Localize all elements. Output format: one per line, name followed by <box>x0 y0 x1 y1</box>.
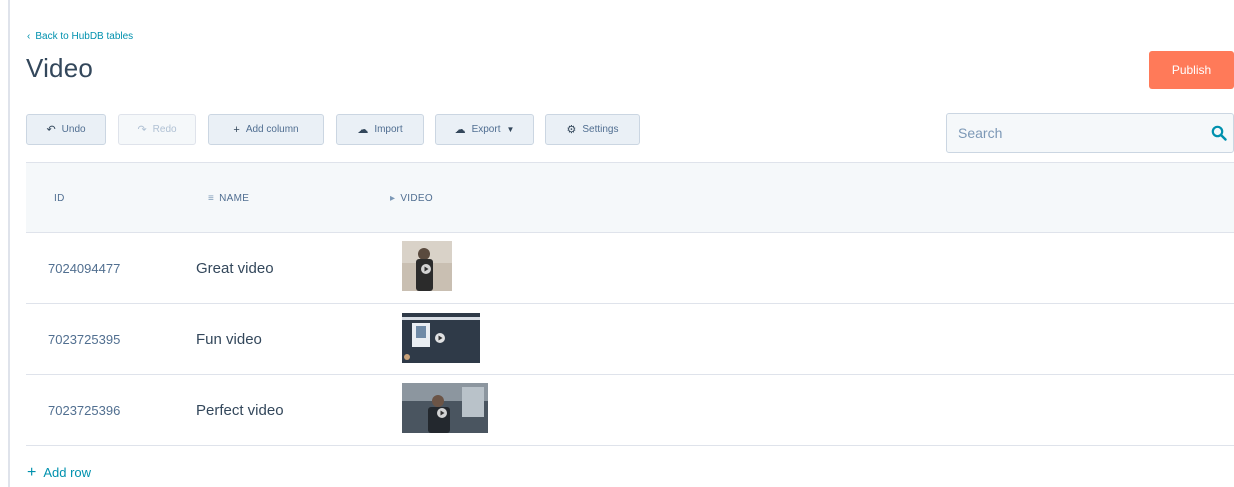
publish-button[interactable]: Publish <box>1149 51 1234 89</box>
redo-button[interactable]: ↷ Redo <box>118 114 196 145</box>
redo-icon: ↷ <box>137 124 147 136</box>
column-header-id[interactable]: ID <box>54 193 65 204</box>
plus-icon: + <box>233 123 240 136</box>
settings-label: Settings <box>582 124 619 135</box>
back-link-label: Back to HubDB tables <box>35 31 134 42</box>
column-header-id-label: ID <box>54 193 65 204</box>
video-thumbnail[interactable] <box>402 241 452 291</box>
add-row-button[interactable]: + Add row <box>27 464 92 481</box>
cloud-icon: ☁ <box>357 124 369 136</box>
row-name[interactable]: Perfect video <box>196 402 284 419</box>
undo-icon: ↶ <box>46 124 56 136</box>
chevron-left-icon: ‹ <box>27 31 31 42</box>
table-row[interactable]: 7023725395 Fun video <box>26 304 1234 375</box>
gear-icon: ⚙ <box>566 124 577 136</box>
row-name[interactable]: Great video <box>196 260 274 277</box>
left-divider <box>8 0 10 487</box>
export-button[interactable]: ☁ Export ▼ <box>435 114 534 145</box>
cloud-icon: ☁ <box>454 124 466 136</box>
search-box <box>946 113 1234 153</box>
hubdb-table: ID ≡ NAME ▸ VIDEO 7024094477 Great video… <box>26 162 1234 446</box>
add-column-label: Add column <box>245 124 299 135</box>
column-header-video[interactable]: ▸ VIDEO <box>390 193 433 204</box>
video-thumbnail[interactable] <box>402 383 488 433</box>
table-row[interactable]: 7024094477 Great video <box>26 233 1234 304</box>
row-name[interactable]: Fun video <box>196 331 262 348</box>
video-thumbnail[interactable] <box>402 313 480 363</box>
row-id: 7023725396 <box>48 403 121 418</box>
export-label: Export <box>471 124 501 135</box>
add-row-label: Add row <box>43 465 92 480</box>
page-title: Video <box>26 53 94 83</box>
redo-label: Redo <box>152 124 177 135</box>
column-header-video-label: VIDEO <box>400 193 433 204</box>
back-to-tables-link[interactable]: ‹ Back to HubDB tables <box>27 31 133 42</box>
table-header: ID ≡ NAME ▸ VIDEO <box>26 162 1234 233</box>
column-header-name[interactable]: ≡ NAME <box>208 193 249 204</box>
import-label: Import <box>374 124 403 135</box>
undo-button[interactable]: ↶ Undo <box>26 114 106 145</box>
row-id: 7023725395 <box>48 332 121 347</box>
settings-button[interactable]: ⚙ Settings <box>545 114 640 145</box>
text-column-icon: ≡ <box>208 193 215 204</box>
undo-label: Undo <box>61 124 86 135</box>
import-button[interactable]: ☁ Import <box>336 114 424 145</box>
search-input[interactable] <box>958 125 1198 141</box>
caret-down-icon: ▼ <box>506 125 515 134</box>
search-icon[interactable] <box>1211 125 1227 141</box>
table-row[interactable]: 7023725396 Perfect video <box>26 375 1234 446</box>
plus-icon: + <box>27 464 37 481</box>
video-column-icon: ▸ <box>390 193 396 204</box>
column-header-name-label: NAME <box>219 193 250 204</box>
row-id: 7024094477 <box>48 261 121 276</box>
add-column-button[interactable]: + Add column <box>208 114 324 145</box>
